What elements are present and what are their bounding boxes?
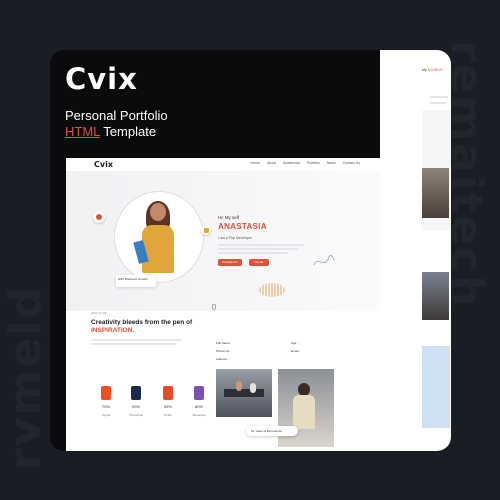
about-text-line — [91, 339, 181, 341]
nav-home[interactable]: Home — [250, 161, 259, 165]
website-mockup: Cvix Home About Academics Portfolio News… — [66, 158, 388, 451]
figma-float-icon — [93, 211, 105, 223]
side-photo-person — [422, 272, 449, 320]
nav-news[interactable]: News — [327, 161, 336, 165]
tagline-line2: HTML Template — [65, 124, 156, 139]
mock-nav-links: Home About Academics Portfolio News Cont… — [250, 161, 360, 165]
skill-bootstrap: 80% Bootstrap — [189, 386, 209, 417]
template-label: Template — [103, 124, 157, 139]
mock-logo[interactable]: Cvix — [94, 160, 113, 169]
nav-academics[interactable]: Academics — [283, 161, 300, 165]
html5-icon — [163, 386, 173, 400]
hero-section: With Business Growth Hi! My self ANASTAS… — [66, 171, 388, 311]
hero-text-line — [218, 252, 288, 254]
info-email: Email : — [291, 349, 301, 353]
experience-badge: 8+ Years of Experience — [246, 426, 298, 436]
achievements-title: My ACHIEVE — [422, 68, 443, 72]
skill-html: 95% HTML — [158, 386, 178, 417]
decor-squiggle — [313, 255, 335, 266]
download-cv-button[interactable]: Download CV — [218, 259, 242, 266]
growth-badge: With Business Growth — [116, 275, 156, 287]
office-photo — [216, 369, 272, 417]
figma-icon — [101, 386, 111, 400]
background-watermark: rvmeld — [0, 285, 51, 470]
pencil-float-icon — [201, 225, 211, 235]
photoshop-icon — [131, 386, 141, 400]
about-section: ABOUT ME Creativity bleeds from the pen … — [66, 311, 388, 451]
side-photo-desk — [422, 168, 449, 218]
info-phone: Phone No : — [216, 349, 232, 353]
hero-role: I am a Php Developer — [218, 236, 252, 240]
skill-photoshop: 90% Photoshop — [126, 386, 146, 417]
info-age: Age : — [291, 341, 299, 345]
hero-text-line — [218, 244, 304, 246]
about-text-line — [91, 343, 176, 345]
nav-about[interactable]: About — [267, 161, 276, 165]
nav-portfolio[interactable]: Portfolio — [307, 161, 320, 165]
hero-greeting: Hi! My self — [218, 215, 240, 220]
skill-figma: 70% Figma — [96, 386, 116, 417]
brand-logo: Cvix — [65, 62, 138, 96]
mock-navbar: Cvix Home About Academics Portfolio News… — [66, 158, 388, 171]
info-address: Address : — [216, 357, 229, 361]
hero-name: ANASTASIA — [218, 222, 267, 231]
side-text-line — [430, 96, 448, 98]
decor-stripes — [259, 283, 285, 297]
tagline-line1: Personal Portfolio — [65, 108, 168, 123]
second-page-preview: My ACHIEVE — [380, 50, 451, 451]
side-text-line — [430, 102, 446, 104]
scroll-mouse-icon — [212, 304, 216, 310]
about-heading: Creativity bleeds from the pen of — [91, 319, 193, 326]
hire-me-button[interactable]: Hire Me — [249, 259, 269, 266]
preview-card: Cvix Personal Portfolio HTML Template Cv… — [50, 50, 451, 451]
about-eyebrow: ABOUT ME — [91, 311, 107, 315]
nav-contact[interactable]: Contact Us — [343, 161, 360, 165]
bootstrap-icon — [194, 386, 204, 400]
html-accent: HTML — [65, 124, 100, 139]
hero-text-line — [218, 248, 298, 250]
about-heading-accent: INSPIRATION. — [91, 327, 135, 334]
side-map-panel — [422, 346, 450, 428]
info-fullname: Full Name : — [216, 341, 232, 345]
hero-portrait — [133, 201, 176, 283]
